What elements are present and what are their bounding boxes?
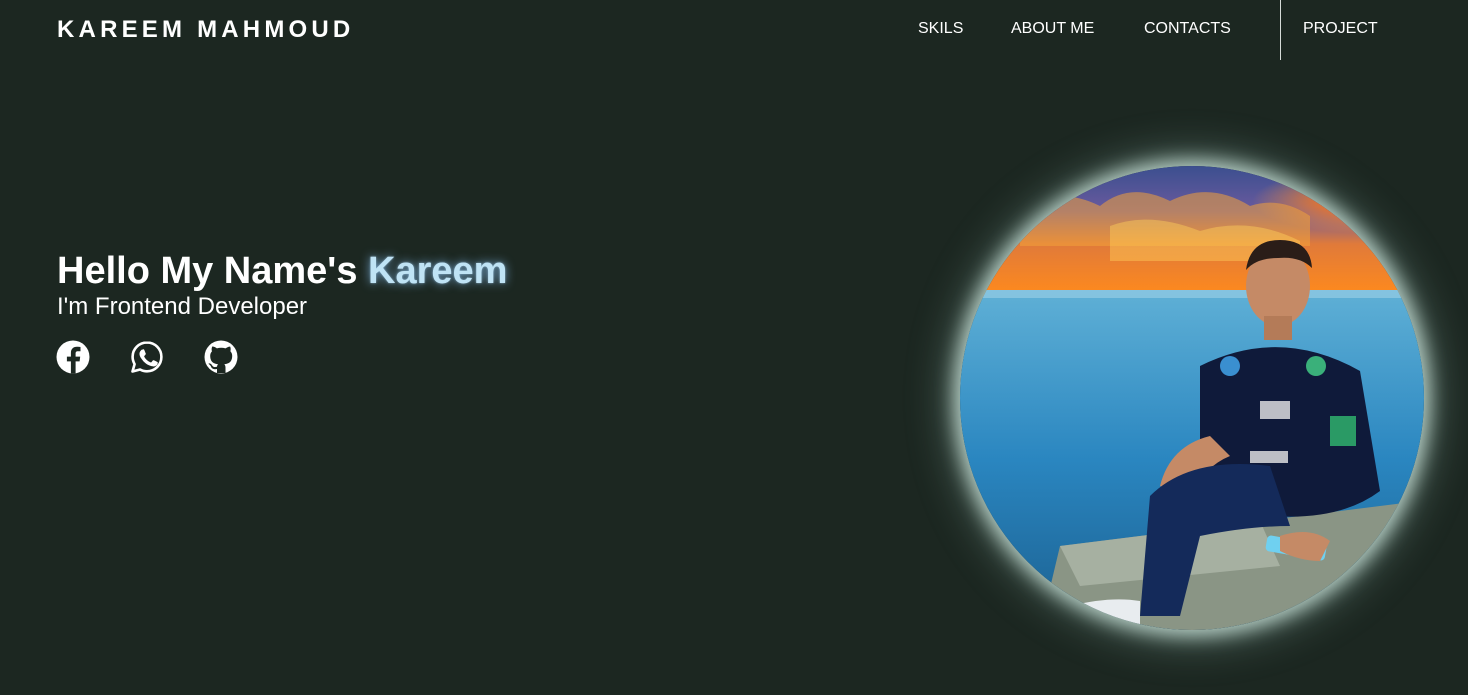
profile-photo-illustration: [960, 166, 1424, 630]
hero-greeting: Hello My Name's: [57, 250, 369, 292]
hero-subtitle: I'm Frontend Developer: [57, 293, 308, 320]
whatsapp-link[interactable]: [130, 340, 164, 374]
page: KAREEM MAHMOUD SKILS ABOUT ME CONTACTS P…: [0, 0, 1468, 695]
nav-link-about-me[interactable]: ABOUT ME: [1011, 20, 1094, 38]
github-icon: [204, 340, 238, 374]
nav-link-contacts[interactable]: CONTACTS: [1144, 20, 1231, 38]
brand-logo-text[interactable]: KAREEM MAHMOUD: [57, 16, 354, 44]
profile-photo: [960, 166, 1424, 630]
top-navigation: KAREEM MAHMOUD SKILS ABOUT ME CONTACTS P…: [0, 0, 1468, 60]
nav-divider: [1280, 0, 1281, 60]
facebook-icon: [56, 340, 90, 374]
nav-link-skils[interactable]: SKILS: [918, 20, 963, 38]
whatsapp-icon: [130, 340, 164, 374]
github-link[interactable]: [204, 340, 238, 374]
facebook-link[interactable]: [56, 340, 90, 374]
hero-name-highlight: Kareem: [368, 250, 508, 292]
hero-heading: Hello My Name's Kareem: [57, 250, 507, 292]
nav-link-project[interactable]: PROJECT: [1303, 20, 1378, 38]
